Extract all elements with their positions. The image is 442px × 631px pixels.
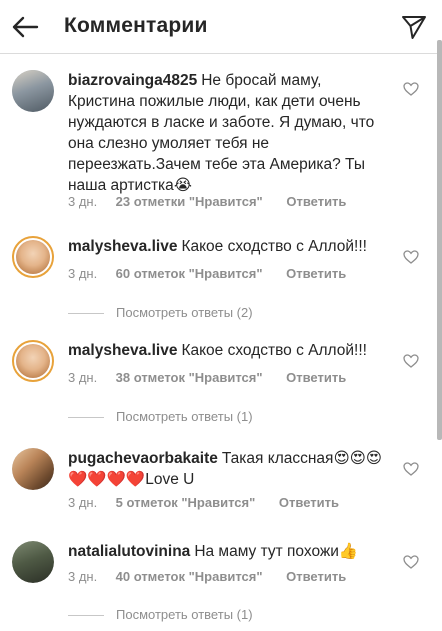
reply-button[interactable]: Ответить (286, 266, 346, 281)
view-replies-label: Посмотреть ответы (1) (116, 607, 253, 622)
comment-text: malysheva.live Какое сходство с Аллой!!! (68, 340, 388, 361)
heart-icon[interactable] (403, 354, 419, 368)
comment-time: 3 дн. (68, 495, 98, 510)
comment-meta: 3 дн. 5 отметок "Нравится" Ответить (68, 495, 339, 510)
paper-plane-icon[interactable] (400, 13, 428, 41)
comment-body: На маму тут похожи (194, 543, 339, 560)
avatar[interactable] (12, 448, 54, 490)
heart-icon[interactable] (403, 82, 419, 96)
avatar[interactable] (12, 236, 54, 278)
comment-body: Какое сходство с Аллой!!! (181, 342, 367, 359)
comment-body: Не бросай маму, Кристина пожилые люди, к… (68, 72, 375, 194)
comment-username[interactable]: malysheva.live (68, 238, 177, 255)
comment-time: 3 дн. (68, 194, 98, 209)
comment-body: Такая классная (221, 450, 334, 467)
reply-button[interactable]: Ответить (286, 194, 346, 209)
comment-username[interactable]: malysheva.live (68, 342, 177, 359)
divider-line (68, 615, 104, 617)
avatar[interactable] (12, 70, 54, 112)
comment-body: Какое сходство с Аллой!!! (181, 238, 367, 255)
comment-time: 3 дн. (68, 370, 98, 385)
view-replies-button[interactable]: Посмотреть ответы (2) (68, 305, 253, 320)
reply-button[interactable]: Ответить (286, 569, 346, 584)
comment-username[interactable]: natalialutovinina (68, 543, 190, 560)
scrollbar[interactable] (437, 40, 442, 440)
view-replies-label: Посмотреть ответы (2) (116, 305, 253, 320)
comment-text: natalialutovinina На маму тут похожи👍 (68, 541, 388, 562)
likes-count[interactable]: 40 отметок "Нравится" (116, 569, 263, 584)
view-replies-button[interactable]: Посмотреть ответы (1) (68, 607, 253, 622)
crying-emoji: 😭 (173, 176, 192, 194)
comment-meta: 3 дн. 23 отметки "Нравится" Ответить (68, 194, 346, 209)
page-title: Комментарии (64, 14, 208, 37)
likes-count[interactable]: 38 отметок "Нравится" (116, 370, 263, 385)
heart-icon[interactable] (403, 462, 419, 476)
likes-count[interactable]: 5 отметок "Нравится" (116, 495, 256, 510)
divider-line (68, 417, 104, 419)
comment-meta: 3 дн. 38 отметок "Нравится" Ответить (68, 370, 346, 385)
comment-text: malysheva.live Какое сходство с Аллой!!! (68, 236, 388, 257)
heart-icon[interactable] (403, 250, 419, 264)
divider-line (68, 313, 104, 315)
reply-button[interactable]: Ответить (279, 495, 339, 510)
header-bar: Комментарии (0, 0, 442, 54)
avatar[interactable] (12, 340, 54, 382)
comment-time: 3 дн. (68, 266, 98, 281)
comment-text: biazrovainga4825 Не бросай маму, Кристина… (68, 70, 388, 196)
comment-meta: 3 дн. 60 отметок "Нравится" Ответить (68, 266, 346, 281)
comment-username[interactable]: pugachevaorbakaite (68, 450, 218, 467)
heart-icon[interactable] (403, 555, 419, 569)
comment-meta: 3 дн. 40 отметок "Нравится" Ответить (68, 569, 346, 584)
comment-text: pugachevaorbakaite Такая классная😍😍😍❤️❤️❤… (68, 448, 388, 490)
thumbs-up-emoji: 👍 (338, 542, 359, 560)
likes-count[interactable]: 23 отметки "Нравится" (116, 194, 263, 209)
comment-time: 3 дн. (68, 569, 98, 584)
arrow-left-icon[interactable] (10, 12, 40, 42)
comment-body-end: Love U (145, 471, 195, 488)
view-replies-label: Посмотреть ответы (1) (116, 409, 253, 424)
view-replies-button[interactable]: Посмотреть ответы (1) (68, 409, 253, 424)
avatar[interactable] (12, 541, 54, 583)
reply-button[interactable]: Ответить (286, 370, 346, 385)
comment-username[interactable]: biazrovainga4825 (68, 72, 197, 89)
likes-count[interactable]: 60 отметок "Нравится" (116, 266, 263, 281)
